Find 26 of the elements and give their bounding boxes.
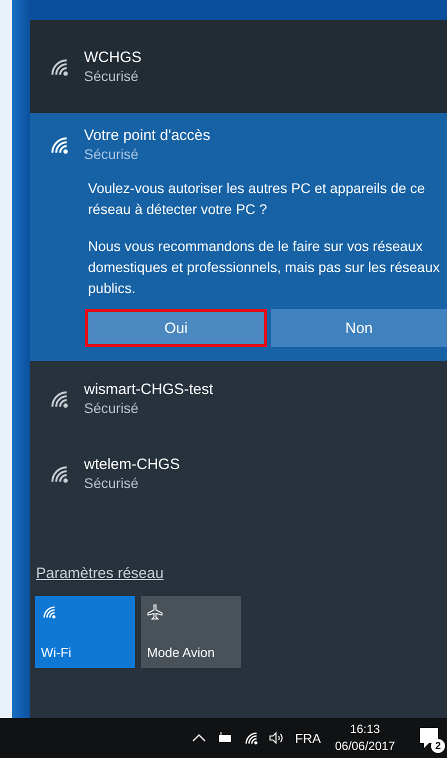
notification-icon[interactable] <box>419 727 439 749</box>
network-name: WCHGS <box>84 49 142 66</box>
network-status: Sécurisé <box>84 68 140 84</box>
discovery-advice: Nous vous recommandons de le faire sur vos réseaux domestiques et professionnels, mais pas sur les réseaux publics. <box>88 237 441 298</box>
network-name: wtelem-CHGS <box>84 456 180 473</box>
wifi-icon <box>242 730 259 746</box>
quick-action-tile[interactable]: Wi-Fi <box>35 596 135 668</box>
network-item[interactable]: WCHGS Sécurisé <box>30 20 447 113</box>
airplane-icon <box>147 604 163 620</box>
network-status: Sécurisé <box>84 475 140 491</box>
quick-action-tile[interactable]: Mode Avion <box>141 596 241 668</box>
wifi-icon <box>41 604 57 620</box>
language-indicator[interactable]: FRA <box>294 730 321 746</box>
dialog-button[interactable]: Oui <box>85 309 267 347</box>
network-name: wismart-CHGS-test <box>84 381 214 398</box>
discovery-prompt: Voulez-vous autoriser les autres PC et appareils de ce réseau à détecter votre PC ? <box>88 179 426 219</box>
dialog-button[interactable]: Non <box>271 309 447 347</box>
network-item[interactable]: wismart-CHGS-test Sécurisé <box>30 361 447 436</box>
speaker-icon[interactable] <box>268 730 285 746</box>
network-item[interactable]: wtelem-CHGS Sécurisé <box>30 436 447 511</box>
clock[interactable]: 16:13 06/06/2017 <box>334 721 395 755</box>
network-name: Votre point d'accès <box>84 127 210 144</box>
network-status: Sécurisé <box>84 146 140 162</box>
notification-count: 2 <box>431 739 445 753</box>
network-status: Sécurisé <box>84 400 140 416</box>
network-settings-link[interactable]: Paramètres réseau <box>36 565 164 582</box>
